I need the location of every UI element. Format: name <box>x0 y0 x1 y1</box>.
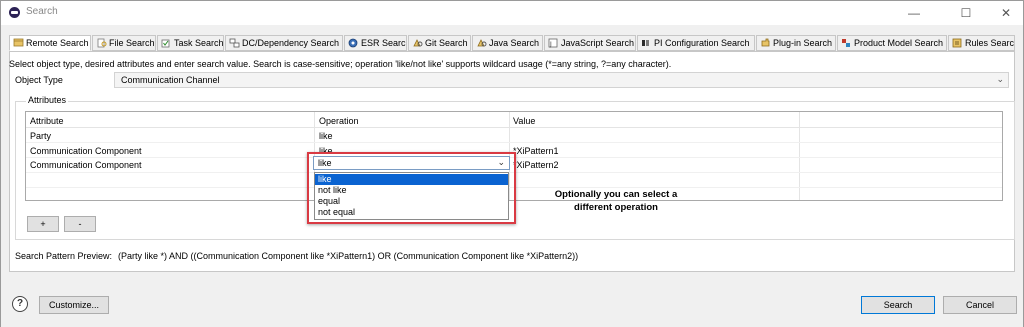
tab-label: Git Search <box>425 38 468 48</box>
window-title: Search <box>26 6 58 17</box>
tab-pi-configuration-search[interactable]: PI Configuration Search <box>637 35 755 51</box>
customize-button[interactable]: Customize... <box>39 296 109 314</box>
tab-git-search[interactable]: Git Search <box>408 35 471 51</box>
svg-text:J: J <box>549 41 552 48</box>
tab-label: PI Configuration Search <box>654 38 750 48</box>
plugin-search-icon <box>761 38 770 47</box>
tab-java-search[interactable]: Java Search <box>472 35 543 51</box>
javascript-search-icon: J <box>548 38 558 48</box>
git-search-icon <box>413 39 423 47</box>
callout-line: Optionally you can select a <box>554 189 678 200</box>
minimize-button[interactable]: — <box>899 3 929 23</box>
column-header-value[interactable]: Value <box>513 116 535 126</box>
header-divider <box>26 127 1002 128</box>
dependency-search-icon <box>229 38 240 48</box>
column-header-attribute[interactable]: Attribute <box>30 116 64 126</box>
help-icon[interactable]: ? <box>12 296 28 312</box>
tab-product-model-search[interactable]: Product Model Search <box>837 35 947 51</box>
table-row-attribute[interactable]: Communication Component <box>30 146 142 156</box>
tab-file-search[interactable]: File Search <box>92 35 156 51</box>
row-divider <box>26 142 1002 143</box>
tab-label: Task Search <box>174 38 224 48</box>
tab-label: DC/Dependency Search <box>242 38 340 48</box>
instructions-text: Select object type, desired attributes a… <box>9 59 672 69</box>
cancel-button[interactable]: Cancel <box>943 296 1017 314</box>
add-attribute-button[interactable]: + <box>27 216 59 232</box>
tab-label: Plug-in Search <box>773 38 833 48</box>
column-header-operation[interactable]: Operation <box>319 116 359 126</box>
remove-attribute-button[interactable]: - <box>64 216 96 232</box>
callout-line: different operation <box>574 202 658 213</box>
attributes-group-title: Attributes <box>26 95 69 105</box>
table-row-operation[interactable]: like <box>319 131 333 141</box>
tab-label: JavaScript Search <box>561 38 635 48</box>
highlight-box <box>307 152 516 224</box>
table-row-attribute[interactable]: Party <box>30 131 51 141</box>
tab-remote-search[interactable]: Remote Search <box>9 35 91 51</box>
tab-task-search[interactable]: Task Search <box>157 35 224 51</box>
tab-javascript-search[interactable]: J JavaScript Search <box>544 35 636 51</box>
esr-search-icon <box>348 38 358 48</box>
java-search-icon <box>477 39 487 47</box>
tab-label: Product Model Search <box>854 38 944 48</box>
tab-label: File Search <box>109 38 155 48</box>
rules-search-icon <box>952 38 962 48</box>
tab-dc-dependency-search[interactable]: DC/Dependency Search <box>225 35 343 51</box>
table-row-attribute[interactable]: Communication Component <box>30 160 142 170</box>
object-type-value: Communication Channel <box>121 75 220 85</box>
task-search-icon <box>161 39 170 48</box>
tab-label: Rules Search <box>965 38 1015 48</box>
tab-label: Remote Search <box>26 38 89 48</box>
title-bar: Search — ☐ ✕ <box>1 1 1023 25</box>
table-row-value[interactable]: *XiPattern2 <box>513 160 559 170</box>
tab-plugin-search[interactable]: Plug-in Search <box>756 35 836 51</box>
chevron-down-icon: ⌄ <box>996 74 1004 84</box>
close-button[interactable]: ✕ <box>991 3 1021 23</box>
file-search-icon <box>97 38 107 48</box>
callout-annotation: Optionally you can select a different op… <box>546 188 686 214</box>
maximize-button[interactable]: ☐ <box>951 3 981 23</box>
remote-search-icon <box>13 38 24 47</box>
search-pattern-preview-value: (Party like *) AND ((Communication Compo… <box>118 251 579 261</box>
search-tabs: Remote Search File Search Task Search DC… <box>9 35 1015 51</box>
search-dialog: Search — ☐ ✕ Remote Search File Search T… <box>0 0 1024 327</box>
table-row-value[interactable]: *XiPattern1 <box>513 146 559 156</box>
search-button[interactable]: Search <box>861 296 935 314</box>
search-pattern-preview-label: Search Pattern Preview: <box>15 251 113 261</box>
tab-label: Java Search <box>489 38 540 48</box>
tab-esr-search[interactable]: ESR Search <box>344 35 407 51</box>
pi-configuration-search-icon <box>642 40 649 46</box>
object-type-select[interactable]: Communication Channel ⌄ <box>114 72 1009 88</box>
object-type-label: Object Type <box>15 75 63 85</box>
tab-label: ESR Search <box>361 38 407 48</box>
product-model-search-icon <box>842 39 850 47</box>
tab-rules-search[interactable]: Rules Search <box>948 35 1015 51</box>
eclipse-icon <box>9 7 20 18</box>
